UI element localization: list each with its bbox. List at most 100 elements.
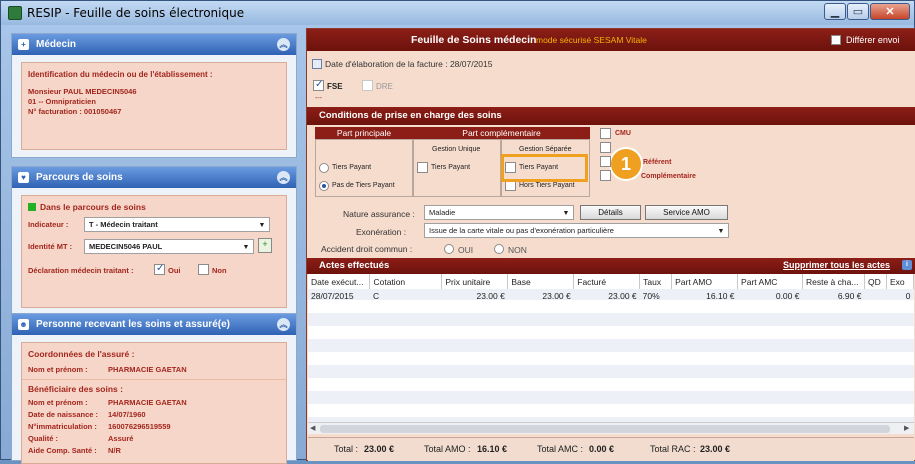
column-header[interactable]: Prix unitaire bbox=[441, 274, 509, 289]
service-amo-button[interactable]: Service AMO bbox=[645, 205, 728, 220]
differer-checkbox[interactable] bbox=[831, 35, 841, 45]
fse-checkbox[interactable] bbox=[313, 79, 324, 91]
details-button[interactable]: Détails bbox=[580, 205, 641, 220]
minimize-button[interactable]: ▁ bbox=[824, 3, 846, 20]
declaration-oui-label: Oui bbox=[168, 266, 181, 275]
info-icon[interactable]: i bbox=[902, 260, 912, 270]
close-icon: ✕ bbox=[885, 6, 895, 18]
accident-label: Accident droit commun : bbox=[321, 244, 413, 254]
identite-select[interactable]: MEDECIN5046 PAUL ▼ bbox=[84, 239, 254, 254]
conditions-header: Conditions de prise en charge des soins bbox=[307, 107, 915, 125]
declaration-oui-checkbox[interactable] bbox=[154, 263, 165, 275]
scrollbar-thumb[interactable] bbox=[320, 425, 890, 433]
tiers-payant-radio[interactable] bbox=[319, 163, 329, 173]
application-window: RESIP - Feuille de soins électronique ▁ … bbox=[0, 0, 915, 464]
benef-label: Date de naissance : bbox=[28, 410, 99, 419]
indicateur-select[interactable]: T - Médecin traitant ▼ bbox=[84, 217, 270, 232]
collapse-icon[interactable]: ︽ bbox=[277, 171, 290, 184]
column-header[interactable]: Taux bbox=[639, 274, 673, 289]
differer-label: Différer envoi bbox=[846, 35, 900, 45]
column-header[interactable]: Base bbox=[507, 274, 575, 289]
pas-tiers-payant-radio[interactable] bbox=[319, 181, 329, 191]
referent-label: Référent bbox=[643, 159, 672, 166]
benef-label: Nom et prénom : bbox=[28, 398, 88, 407]
gu-tiers-payant-checkbox[interactable] bbox=[417, 162, 428, 173]
benef-value: N/R bbox=[108, 446, 121, 455]
coord-title: Coordonnées de l'assuré : bbox=[28, 349, 135, 359]
horizontal-scrollbar[interactable]: ◀ ▶ bbox=[308, 422, 914, 434]
declaration-non-checkbox[interactable] bbox=[198, 264, 209, 275]
part-principale-header: Part principale bbox=[315, 127, 413, 139]
medecin-panel: + Médecin ︽ Identification du médecin ou… bbox=[11, 33, 297, 158]
benef-label: Qualité : bbox=[28, 434, 59, 443]
chevron-down-icon: ▼ bbox=[242, 244, 250, 251]
complementaire-label: Complémentaire bbox=[641, 173, 696, 180]
benef-value: 160076296519559 bbox=[108, 422, 171, 431]
status-indicator-icon bbox=[28, 203, 36, 211]
assure-nom-value: PHARMACIE GAETAN bbox=[108, 365, 187, 374]
accident-oui-radio[interactable] bbox=[444, 244, 454, 254]
search-doctor-icon[interactable]: + bbox=[258, 238, 272, 253]
dre-checkbox[interactable] bbox=[362, 80, 373, 91]
nature-select[interactable]: Maladie ▼ bbox=[424, 205, 574, 220]
accident-non-label: NON bbox=[508, 245, 527, 255]
doctor-icon: + bbox=[18, 39, 29, 50]
cell: 70% bbox=[642, 290, 660, 301]
cmu-label: CMU bbox=[615, 130, 631, 137]
cell: 28/07/2015 bbox=[311, 290, 354, 301]
indicateur-value: T - Médecin traitant bbox=[89, 220, 158, 229]
heart-icon: ♥ bbox=[18, 172, 29, 183]
cmu-checkbox[interactable] bbox=[600, 128, 611, 139]
scroll-right-icon[interactable]: ▶ bbox=[904, 424, 909, 432]
complementaire-checkbox[interactable] bbox=[600, 170, 611, 181]
column-header[interactable]: Facturé bbox=[573, 274, 641, 289]
indicateur-label: Indicateur : bbox=[28, 220, 69, 229]
identite-label: Identité MT : bbox=[28, 242, 73, 251]
nature-value: Maladie bbox=[429, 208, 456, 217]
column-header[interactable]: QD bbox=[864, 274, 887, 289]
exoneration-label: Exonération : bbox=[356, 227, 407, 237]
column-header[interactable]: Cotation bbox=[369, 274, 443, 289]
amc-value: 0.00 € bbox=[589, 444, 615, 454]
medecin-panel-header[interactable]: + Médecin ︽ bbox=[12, 34, 296, 55]
column-header[interactable]: Date exécut... bbox=[308, 274, 371, 289]
option-checkbox[interactable] bbox=[600, 142, 611, 153]
parcours-panel-header[interactable]: ♥ Parcours de soins ︽ bbox=[12, 167, 296, 188]
collapse-icon[interactable]: ︽ bbox=[277, 38, 290, 51]
rac-label: Total RAC : bbox=[650, 444, 696, 454]
accident-non-radio[interactable] bbox=[494, 244, 504, 254]
exoneration-select[interactable]: Issue de la carte vitale ou pas d'exonér… bbox=[424, 223, 729, 238]
user-icon: ☻ bbox=[18, 319, 29, 330]
cell: 23.00 € bbox=[608, 290, 637, 301]
title-bar: RESIP - Feuille de soins électronique ▁ … bbox=[1, 1, 914, 25]
rac-value: 23.00 € bbox=[700, 444, 731, 454]
parcours-panel: ♥ Parcours de soins ︽ Dans le parcours d… bbox=[11, 166, 297, 316]
medecin-body: Identification du médecin ou de l'établi… bbox=[21, 62, 287, 150]
parcours-body: Dans le parcours de soins Indicateur : T… bbox=[21, 195, 287, 308]
referent-checkbox[interactable] bbox=[600, 156, 611, 167]
conditions-title: Conditions de prise en charge des soins bbox=[319, 110, 502, 121]
collapse-icon[interactable]: ︽ bbox=[277, 318, 290, 331]
declaration-label: Déclaration médecin traitant : bbox=[28, 266, 134, 275]
amc-label: Total AMC : bbox=[537, 444, 584, 454]
app-icon bbox=[8, 6, 22, 20]
delete-all-link[interactable]: Supprimer tous les actes bbox=[783, 260, 890, 270]
table-header-row: Date exécut... Cotation Prix unitaire Ba… bbox=[308, 274, 914, 289]
dashes: --- bbox=[315, 95, 322, 102]
personne-panel-header[interactable]: ☻ Personne recevant les soins et assuré(… bbox=[12, 314, 296, 335]
gestion-separee-label: Gestion Séparée bbox=[519, 146, 572, 153]
cell: 23.00 € bbox=[476, 290, 505, 301]
actes-table-container: Date exécut... Cotation Prix unitaire Ba… bbox=[308, 274, 914, 434]
column-header[interactable]: Part AMO bbox=[671, 274, 739, 289]
actes-title: Actes effectués bbox=[319, 260, 390, 271]
scroll-left-icon[interactable]: ◀ bbox=[310, 424, 315, 432]
actes-header: Actes effectués Supprimer tous les actes… bbox=[307, 258, 915, 274]
personne-header-label: Personne recevant les soins et assuré(e) bbox=[36, 319, 230, 330]
column-header[interactable]: Reste à cha... bbox=[802, 274, 865, 289]
table-row[interactable]: 28/07/2015 C 23.00 € 23.00 € 23.00 € 70%… bbox=[308, 289, 914, 302]
assure-nom-label: Nom et prénom : bbox=[28, 365, 88, 374]
close-button[interactable]: ✕ bbox=[870, 3, 910, 20]
column-header[interactable]: Part AMC bbox=[737, 274, 803, 289]
column-header[interactable]: Exo bbox=[886, 274, 914, 289]
maximize-button[interactable]: ▭ bbox=[847, 3, 869, 20]
